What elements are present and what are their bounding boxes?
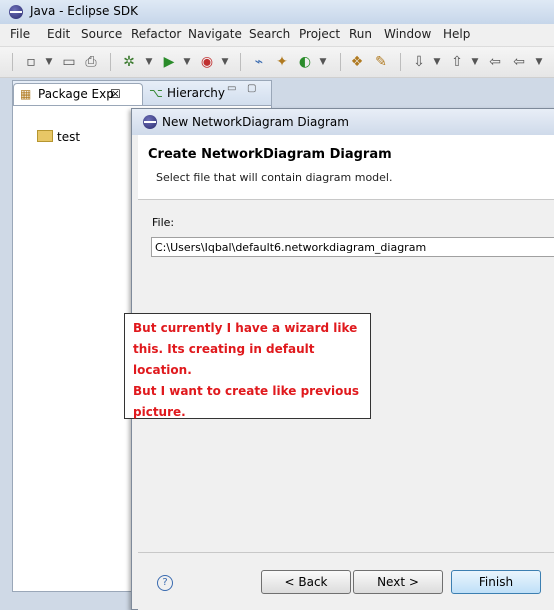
tree-item-test[interactable]: test — [37, 130, 80, 144]
eclipse-icon — [143, 115, 157, 129]
chevron-down-icon[interactable]: ▼ — [314, 53, 332, 71]
folder-icon — [37, 130, 53, 142]
search-icon[interactable]: ✎ — [372, 53, 390, 71]
menu-help[interactable]: Help — [443, 27, 470, 41]
menu-file[interactable]: File — [10, 27, 30, 41]
help-icon[interactable]: ? — [157, 575, 173, 591]
chevron-down-icon[interactable]: ▼ — [530, 53, 548, 71]
toolbar-separator — [240, 53, 241, 71]
back-arrow-icon[interactable]: ⇦ — [510, 53, 528, 71]
file-label: File: — [152, 216, 175, 229]
toolbar-separator — [340, 53, 341, 71]
note-line: But I want to create like previous — [133, 384, 360, 398]
chevron-down-icon[interactable]: ▼ — [140, 53, 158, 71]
tab-package-explorer[interactable]: ▦ Package Exp ☒ — [13, 83, 143, 105]
new-icon[interactable]: ▫ — [22, 53, 40, 71]
chevron-down-icon[interactable]: ▼ — [428, 53, 446, 71]
main-toolbar: ▫ ▼ ▭ ⎙ ✲ ▼ ▶ ▼ ◉ ▼ ⌁ ✦ ◐ ▼ ❖ ✎ ⇩ ▼ ⇧ ▼ … — [0, 47, 554, 78]
dialog-footer: ? < Back Next > Finish — [138, 552, 554, 610]
maximize-icon[interactable]: ▢ — [247, 83, 256, 94]
note-line: this. Its creating in default location. — [133, 342, 315, 377]
next-annotation-icon[interactable]: ⇩ — [410, 53, 428, 71]
menu-bar: File Edit Source Refactor Navigate Searc… — [0, 24, 554, 47]
new-java-project-icon[interactable]: ⌁ — [250, 53, 268, 71]
chevron-down-icon[interactable]: ▼ — [216, 53, 234, 71]
tab-hierarchy[interactable]: ⌥ Hierarchy — [147, 83, 227, 104]
menu-project[interactable]: Project — [299, 27, 340, 41]
file-path-input[interactable] — [151, 237, 554, 257]
window-title: Java - Eclipse SDK — [30, 4, 138, 18]
hierarchy-icon: ⌥ — [149, 86, 163, 100]
dialog-titlebar: New NetworkDiagram Diagram — [132, 109, 554, 135]
menu-source[interactable]: Source — [81, 27, 122, 41]
toolbar-separator — [110, 53, 111, 71]
annotation-note: But currently I have a wizard like this.… — [124, 313, 371, 419]
note-line: But currently I have a wizard like — [133, 321, 358, 335]
window-titlebar: Java - Eclipse SDK — [0, 0, 554, 24]
toolbar-separator — [400, 53, 401, 71]
close-icon[interactable]: ☒ — [110, 84, 121, 105]
chevron-down-icon[interactable]: ▼ — [40, 53, 58, 71]
dialog-header: Create NetworkDiagram Diagram Select fil… — [138, 135, 554, 200]
run-icon[interactable]: ▶ — [160, 53, 178, 71]
note-line: picture. — [133, 405, 186, 419]
tree-item-label: test — [57, 130, 81, 144]
dialog-title: New NetworkDiagram Diagram — [162, 115, 349, 129]
menu-search[interactable]: Search — [249, 27, 290, 41]
open-type-icon[interactable]: ❖ — [348, 53, 366, 71]
last-edit-icon[interactable]: ⇦ — [486, 53, 504, 71]
next-button[interactable]: Next > — [353, 570, 443, 594]
chevron-down-icon[interactable]: ▼ — [178, 53, 196, 71]
menu-navigate[interactable]: Navigate — [188, 27, 242, 41]
dialog-description: Select file that will contain diagram mo… — [156, 171, 393, 184]
tab-label: Package Exp — [38, 87, 114, 101]
menu-refactor[interactable]: Refactor — [131, 27, 181, 41]
finish-button[interactable]: Finish — [451, 570, 541, 594]
save-icon[interactable]: ▭ — [60, 53, 78, 71]
print-icon[interactable]: ⎙ — [82, 53, 100, 71]
chevron-down-icon[interactable]: ▼ — [466, 53, 484, 71]
debug-icon[interactable]: ✲ — [120, 53, 138, 71]
eclipse-icon — [9, 5, 23, 19]
menu-window[interactable]: Window — [384, 27, 431, 41]
tab-label: Hierarchy — [167, 86, 226, 100]
new-class-icon[interactable]: ◐ — [296, 53, 314, 71]
minimize-icon[interactable]: ▭ — [227, 83, 236, 94]
package-explorer-icon: ▦ — [20, 87, 32, 101]
new-package-icon[interactable]: ✦ — [273, 53, 291, 71]
view-tabstrip: ▦ Package Exp ☒ ⌥ Hierarchy ▭ ▢ — [13, 81, 271, 106]
dialog-heading: Create NetworkDiagram Diagram — [148, 147, 392, 162]
menu-edit[interactable]: Edit — [47, 27, 70, 41]
menu-run[interactable]: Run — [349, 27, 372, 41]
previous-annotation-icon[interactable]: ⇧ — [448, 53, 466, 71]
toolbar-separator — [12, 53, 13, 71]
external-tools-icon[interactable]: ◉ — [198, 53, 216, 71]
back-button[interactable]: < Back — [261, 570, 351, 594]
